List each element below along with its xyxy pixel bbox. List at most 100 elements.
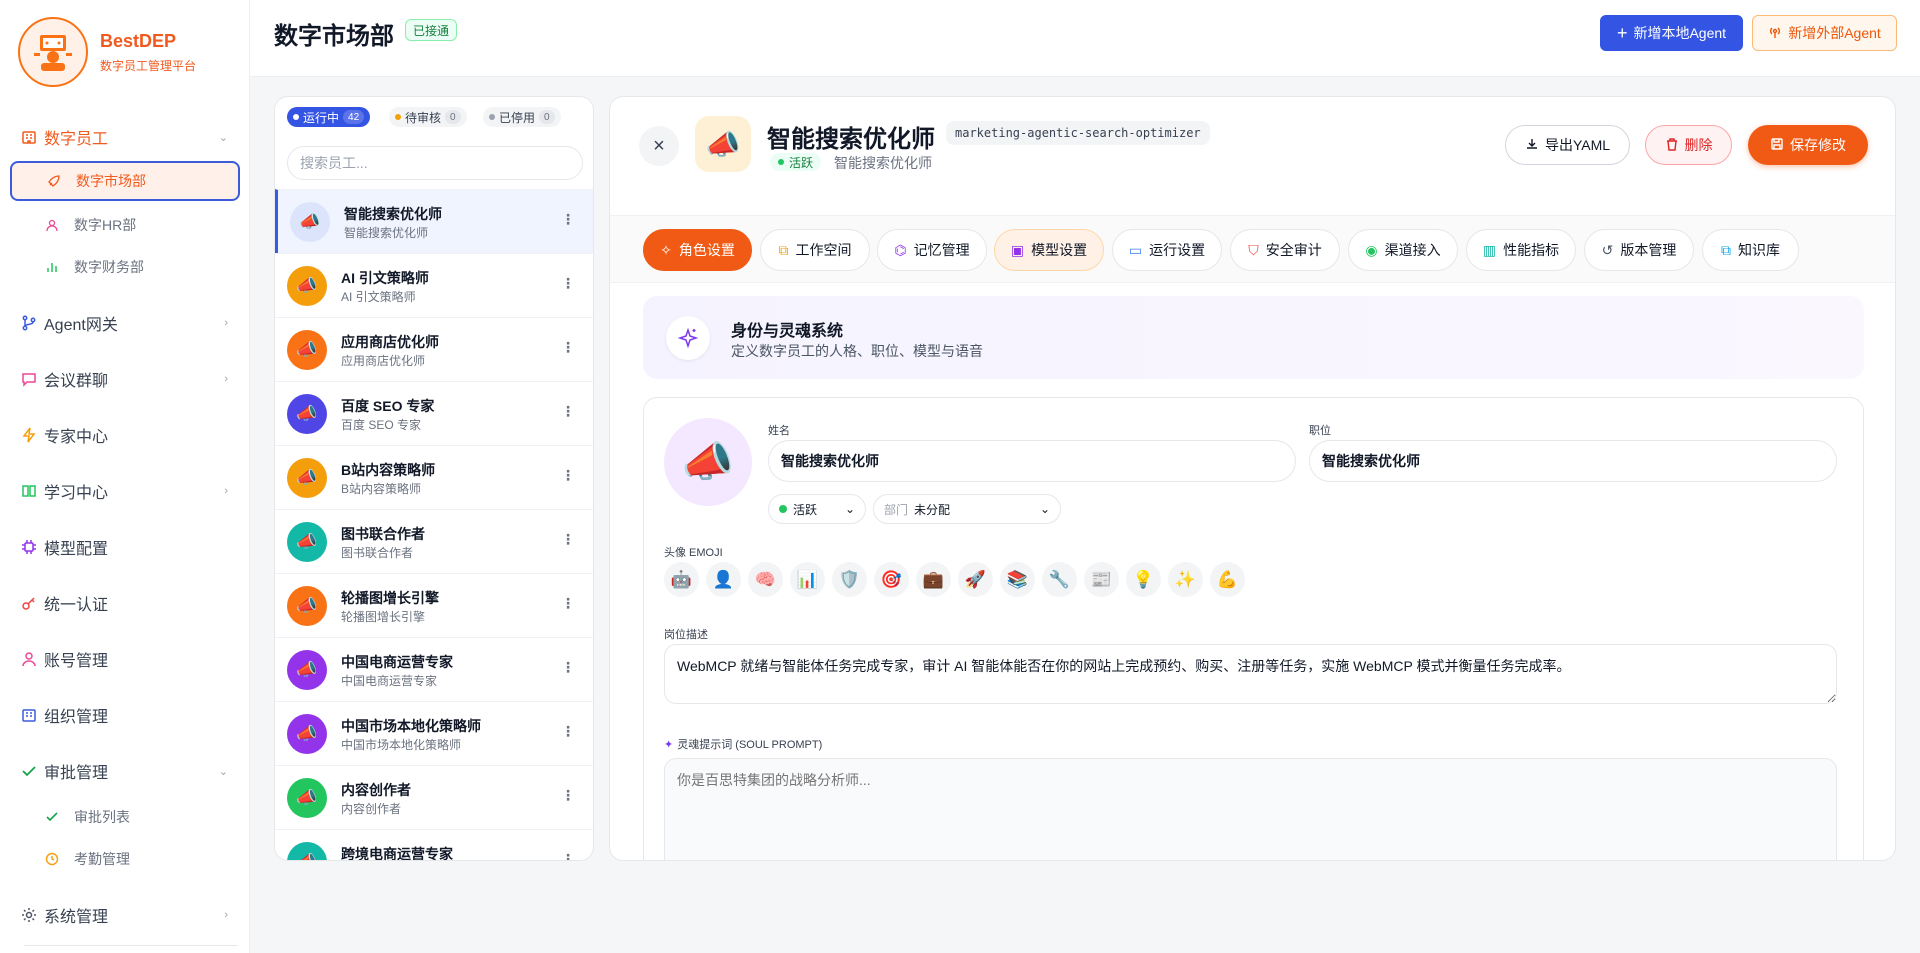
emoji-option[interactable]: 📰 bbox=[1084, 562, 1119, 597]
nav-digital-employees[interactable]: 数字员工 ⌄ bbox=[0, 117, 250, 157]
more-vertical-icon[interactable]: ⋮ bbox=[561, 532, 575, 546]
more-vertical-icon[interactable]: ⋮ bbox=[561, 660, 575, 674]
save-button[interactable]: 保存修改 bbox=[1748, 125, 1868, 165]
emoji-option[interactable]: ✨ bbox=[1168, 562, 1203, 597]
brain-icon: ⌬ bbox=[894, 241, 907, 258]
employee-list-item[interactable]: 📣 中国电商运营专家 中国电商运营专家 ⋮ bbox=[275, 637, 593, 701]
delete-button[interactable]: 删除 bbox=[1645, 125, 1732, 165]
tab-role[interactable]: ✧ 角色设置 bbox=[643, 229, 752, 271]
department-select[interactable]: 部门 未分配 ⌄ bbox=[873, 494, 1061, 524]
emoji-option[interactable]: 💡 bbox=[1126, 562, 1161, 597]
filter-disabled[interactable]: 已停用 0 bbox=[483, 107, 561, 127]
add-external-agent-button[interactable]: 新增外部Agent bbox=[1752, 15, 1897, 51]
emoji-option[interactable]: 📚 bbox=[1000, 562, 1035, 597]
emoji-option[interactable]: 📊 bbox=[790, 562, 825, 597]
emoji-option[interactable]: 👤 bbox=[706, 562, 741, 597]
more-vertical-icon[interactable]: ⋮ bbox=[561, 404, 575, 418]
employee-list-item[interactable]: 📣 AI 引文策略师 AI 引文策略师 ⋮ bbox=[275, 253, 593, 317]
tab-versions[interactable]: ↺ 版本管理 bbox=[1584, 229, 1694, 271]
employee-list-item[interactable]: 📣 应用商店优化师 应用商店优化师 ⋮ bbox=[275, 317, 593, 381]
tab-label: 安全审计 bbox=[1265, 242, 1322, 258]
nav-models[interactable]: 模型配置 bbox=[0, 527, 250, 567]
tab-memory[interactable]: ⌬ 记忆管理 bbox=[877, 229, 987, 271]
employee-list-item[interactable]: 📣 跨境电商运营专家 ⋮ bbox=[275, 829, 593, 860]
status-badge: 活跃 bbox=[770, 153, 822, 171]
nav-agent-gateway[interactable]: Agent网关 › bbox=[0, 303, 250, 343]
sidebar-item-hr[interactable]: 数字HR部 bbox=[10, 205, 240, 245]
more-vertical-icon[interactable]: ⋮ bbox=[561, 340, 575, 354]
tab-channels[interactable]: ◉ 渠道接入 bbox=[1348, 229, 1458, 271]
add-local-agent-button[interactable]: + 新增本地Agent bbox=[1600, 15, 1743, 51]
tab-workspace[interactable]: ⧉ 工作空间 bbox=[760, 229, 870, 271]
avatar: 📣 bbox=[287, 394, 327, 434]
more-vertical-icon[interactable]: ⋮ bbox=[561, 852, 575, 860]
status-dot bbox=[293, 114, 299, 120]
employee-list-item[interactable]: 📣 智能搜索优化师 智能搜索优化师 ⋮ bbox=[275, 189, 593, 253]
shield-icon: ⛉ bbox=[1248, 241, 1259, 258]
rocket-icon bbox=[46, 173, 62, 189]
sidebar-item-marketing[interactable]: 数字市场部 bbox=[10, 161, 240, 201]
employee-list-item[interactable]: 📣 图书联合作者 图书联合作者 ⋮ bbox=[275, 509, 593, 573]
nav-learning[interactable]: 学习中心 › bbox=[0, 471, 250, 511]
avatar-preview[interactable]: 📣 bbox=[664, 418, 752, 506]
nav-meetings[interactable]: 会议群聊 › bbox=[0, 359, 250, 399]
emoji-option[interactable]: 🧠 bbox=[748, 562, 783, 597]
page-title: 数字市场部 bbox=[274, 23, 394, 50]
emoji-option[interactable]: 💪 bbox=[1210, 562, 1245, 597]
employee-list-item[interactable]: 📣 轮播图增长引擎 轮播图增长引擎 ⋮ bbox=[275, 573, 593, 637]
sidebar-item-finance[interactable]: 数字财务部 bbox=[10, 247, 240, 287]
filter-pending[interactable]: 待审核 0 bbox=[389, 107, 467, 127]
status-select[interactable]: 活跃 ⌄ bbox=[768, 494, 866, 524]
employee-search-input[interactable] bbox=[287, 146, 583, 180]
emoji-option[interactable]: 🚀 bbox=[958, 562, 993, 597]
brand-logo[interactable] bbox=[18, 17, 88, 87]
sidebar-item-approval-list[interactable]: 审批列表 bbox=[10, 797, 240, 837]
more-vertical-icon[interactable]: ⋮ bbox=[561, 724, 575, 738]
nav-accounts[interactable]: 账号管理 bbox=[0, 639, 250, 679]
soul-prompt-textarea[interactable] bbox=[664, 758, 1837, 860]
more-vertical-icon[interactable]: ⋮ bbox=[561, 276, 575, 290]
nav-organization[interactable]: 组织管理 bbox=[0, 695, 250, 735]
nav-system[interactable]: 系统管理 › bbox=[0, 895, 250, 935]
employee-name: 轮播图增长引擎 bbox=[341, 590, 439, 606]
nav-label: 账号管理 bbox=[44, 653, 109, 670]
nav-approval[interactable]: 审批管理 ⌄ bbox=[0, 751, 250, 791]
emoji-option[interactable]: 🛡️ bbox=[832, 562, 867, 597]
chevron-down-icon: ⌄ bbox=[844, 502, 855, 516]
filter-running[interactable]: 运行中 42 bbox=[287, 107, 371, 127]
close-button[interactable]: × bbox=[639, 126, 679, 166]
avatar: 📣 bbox=[287, 586, 327, 626]
nav-label: 专家中心 bbox=[44, 429, 109, 446]
tab-metrics[interactable]: ▥ 性能指标 bbox=[1466, 229, 1576, 271]
employee-list-item[interactable]: 📣 中国市场本地化策略师 中国市场本地化策略师 ⋮ bbox=[275, 701, 593, 765]
sparkles-icon: ✦ bbox=[664, 738, 674, 751]
more-vertical-icon[interactable]: ⋮ bbox=[561, 596, 575, 610]
button-label: 新增外部Agent bbox=[1788, 25, 1881, 41]
tab-security[interactable]: ⛉ 安全审计 bbox=[1230, 229, 1340, 271]
emoji-option[interactable]: 💼 bbox=[916, 562, 951, 597]
name-label: 姓名 bbox=[768, 425, 790, 437]
more-vertical-icon[interactable]: ⋮ bbox=[561, 212, 575, 226]
sidebar-item-attendance[interactable]: 考勤管理 bbox=[10, 839, 240, 879]
position-input[interactable] bbox=[1309, 440, 1837, 482]
more-vertical-icon[interactable]: ⋮ bbox=[561, 468, 575, 482]
tab-model[interactable]: ▣ 模型设置 bbox=[994, 229, 1104, 271]
employee-list-item[interactable]: 📣 B站内容策略师 B站内容策略师 ⋮ bbox=[275, 445, 593, 509]
more-vertical-icon[interactable]: ⋮ bbox=[561, 788, 575, 802]
avatar: 📣 bbox=[287, 330, 327, 370]
nav-auth[interactable]: 统一认证 bbox=[0, 583, 250, 623]
nav-experts[interactable]: 专家中心 bbox=[0, 415, 250, 455]
emoji-option[interactable]: 🎯 bbox=[874, 562, 909, 597]
employee-list-item[interactable]: 📣 内容创作者 内容创作者 ⋮ bbox=[275, 765, 593, 829]
megaphone-icon: 📣 bbox=[705, 128, 741, 160]
tab-knowledge[interactable]: ⧉ 知识库 bbox=[1702, 229, 1799, 271]
divider bbox=[24, 945, 238, 946]
employee-list-panel: 运行中 42 待审核 0 已停用 0 📣 智能搜索优化师智能搜索优化师 ⋮ 📣 AI 引… bbox=[274, 96, 594, 861]
name-input[interactable] bbox=[768, 440, 1296, 482]
employee-list-item[interactable]: 📣 百度 SEO 专家 百度 SEO 专家 ⋮ bbox=[275, 381, 593, 445]
emoji-option[interactable]: 🤖 bbox=[664, 562, 699, 597]
emoji-option[interactable]: 🔧 bbox=[1042, 562, 1077, 597]
description-textarea[interactable]: WebMCP 就绪与智能体任务完成专家，审计 AI 智能体能否在你的网站上完成预… bbox=[664, 644, 1837, 704]
export-yaml-button[interactable]: 导出YAML bbox=[1505, 125, 1630, 165]
tab-runtime[interactable]: ▭ 运行设置 bbox=[1112, 229, 1222, 271]
